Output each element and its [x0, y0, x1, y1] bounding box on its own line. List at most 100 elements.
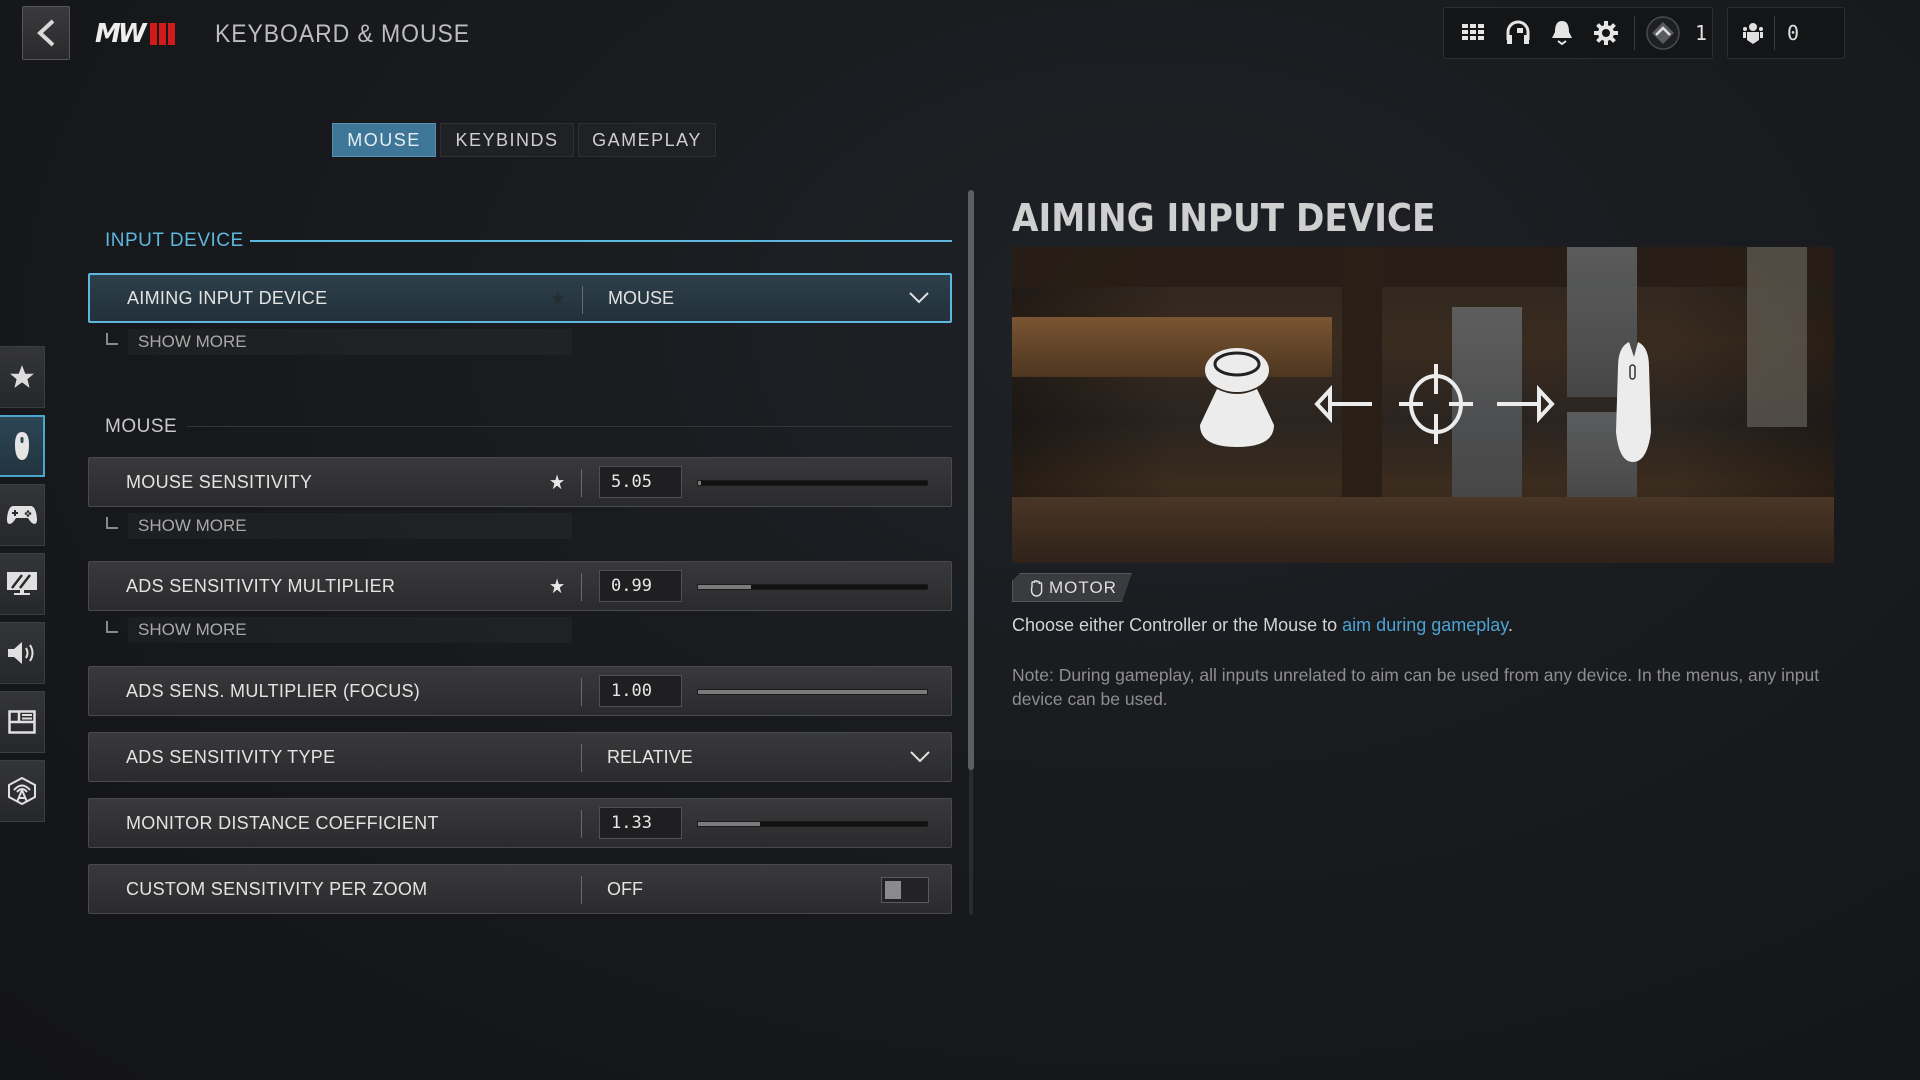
- interface-icon: [8, 710, 36, 734]
- favorite-star-icon[interactable]: ★: [549, 562, 565, 610]
- slider[interactable]: [697, 821, 928, 827]
- setting-row-ads-sensitivity-multiplier[interactable]: ADS SENSITIVITY MULTIPLIER ★ 0.99: [88, 561, 952, 611]
- detail-description: Choose either Controller or the Mouse to…: [1012, 615, 1513, 636]
- thumbstick-icon: [1200, 348, 1274, 447]
- rank-badge-icon: [1646, 16, 1680, 50]
- show-more-ads-sensitivity[interactable]: SHOW MORE: [106, 617, 572, 643]
- section-header-input-device: INPUT DEVICE: [105, 230, 244, 251]
- party-icon: [1743, 23, 1763, 44]
- toggle-switch[interactable]: [881, 877, 929, 903]
- dropdown-button[interactable]: [908, 275, 930, 321]
- value-input[interactable]: 0.99: [599, 570, 682, 602]
- dropdown-button[interactable]: [909, 733, 931, 781]
- value-input[interactable]: 1.00: [599, 675, 682, 707]
- slider-fill: [698, 585, 751, 589]
- value-input[interactable]: 1.33: [599, 807, 682, 839]
- hand-icon: [1029, 579, 1043, 597]
- sidebar-item-favorites[interactable]: [0, 346, 45, 408]
- value-input[interactable]: 5.05: [599, 466, 682, 498]
- favorite-star-icon[interactable]: ★: [549, 458, 565, 506]
- setting-value: OFF: [607, 878, 643, 899]
- preview-image: [1012, 247, 1834, 563]
- setting-label: MOUSE SENSITIVITY: [126, 471, 313, 492]
- show-more-label: SHOW MORE: [128, 617, 572, 643]
- setting-label: MONITOR DISTANCE COEFFICIENT: [126, 812, 439, 833]
- bell-icon: [1552, 21, 1572, 46]
- party-button[interactable]: [1738, 13, 1768, 53]
- logo-numeral: [149, 23, 175, 45]
- tab-gameplay[interactable]: GAMEPLAY: [578, 123, 716, 157]
- slider-fill: [698, 690, 927, 694]
- row-divider: [581, 469, 582, 497]
- page-title: KEYBOARD & MOUSE: [215, 20, 470, 48]
- setting-value: RELATIVE: [607, 746, 693, 767]
- grid-menu-button[interactable]: [1452, 13, 1496, 53]
- arrow-left-icon: [1314, 384, 1372, 424]
- rank-level: 1: [1695, 21, 1708, 45]
- setting-label: ADS SENSITIVITY MULTIPLIER: [126, 575, 396, 596]
- desc-prefix: Choose either Controller or the Mouse to: [1012, 615, 1343, 635]
- back-button[interactable]: [22, 6, 70, 60]
- setting-row-aiming-input-device[interactable]: AIMING INPUT DEVICE ★ MOUSE: [88, 273, 952, 323]
- slider[interactable]: [697, 480, 928, 486]
- row-divider: [581, 678, 582, 706]
- branch-icon: [106, 621, 118, 633]
- setting-label: CUSTOM SENSITIVITY PER ZOOM: [126, 878, 428, 899]
- sidebar-item-controller[interactable]: [0, 484, 45, 546]
- setting-row-monitor-distance-coefficient[interactable]: MONITOR DISTANCE COEFFICIENT 1.33: [88, 798, 952, 848]
- top-bar: 1: [1443, 7, 1713, 59]
- section-divider-mouse: [187, 426, 952, 427]
- notifications-button[interactable]: [1540, 13, 1584, 53]
- row-divider: [581, 573, 582, 601]
- settings-button[interactable]: [1584, 13, 1628, 53]
- sidebar-item-interface[interactable]: [0, 691, 45, 753]
- gear-icon: [1594, 21, 1618, 45]
- aim-during-gameplay-link[interactable]: aim during gameplay: [1342, 615, 1508, 635]
- party-separator: [1774, 16, 1775, 50]
- sidebar-item-graphics[interactable]: [0, 553, 45, 615]
- star-icon: [10, 365, 34, 388]
- desc-suffix: .: [1507, 615, 1513, 635]
- setting-label: ADS SENSITIVITY TYPE: [126, 746, 336, 767]
- show-more-aiming[interactable]: SHOW MORE: [106, 329, 572, 355]
- section-divider-input-device: [250, 240, 952, 242]
- topbar-separator: [1634, 16, 1635, 50]
- gamepad-icon: [7, 506, 37, 524]
- slider-fill: [698, 481, 702, 485]
- toggle-knob: [885, 881, 901, 899]
- setting-row-ads-sens-multiplier-focus[interactable]: ADS SENS. MULTIPLIER (FOCUS) 1.00: [88, 666, 952, 716]
- setting-row-mouse-sensitivity[interactable]: MOUSE SENSITIVITY ★ 5.05: [88, 457, 952, 507]
- show-more-mouse-sensitivity[interactable]: SHOW MORE: [106, 513, 572, 539]
- tag-label: MOTOR: [1049, 577, 1117, 597]
- row-divider: [581, 876, 582, 904]
- favorite-star-icon[interactable]: ★: [550, 275, 566, 321]
- mouse-device-icon: [1616, 342, 1651, 462]
- row-divider: [582, 286, 583, 314]
- grid-menu-icon: [1462, 24, 1484, 40]
- slider-fill: [698, 822, 760, 826]
- setting-value: MOUSE: [608, 287, 675, 308]
- tab-keybinds[interactable]: KEYBINDS: [440, 123, 574, 157]
- scrollbar-thumb[interactable]: [968, 190, 974, 770]
- show-more-label: SHOW MORE: [128, 513, 572, 539]
- setting-label: AIMING INPUT DEVICE: [127, 287, 328, 308]
- section-header-mouse: MOUSE: [105, 416, 178, 437]
- monitor-icon: [7, 572, 37, 595]
- sidebar-item-network[interactable]: [0, 760, 45, 822]
- mouse-icon: [14, 432, 29, 460]
- speaker-icon: [8, 642, 34, 664]
- chevron-left-icon: [37, 19, 55, 47]
- rank-button[interactable]: [1641, 13, 1685, 53]
- slider[interactable]: [697, 689, 928, 695]
- tab-mouse[interactable]: MOUSE: [332, 123, 436, 157]
- party-box[interactable]: 0: [1727, 7, 1845, 59]
- motor-tag: MOTOR: [1012, 573, 1132, 602]
- setting-row-custom-sensitivity-per-zoom[interactable]: CUSTOM SENSITIVITY PER ZOOM OFF: [88, 864, 952, 914]
- sidebar-item-audio[interactable]: [0, 622, 45, 684]
- crosshair-icon: [1399, 364, 1473, 444]
- sidebar-item-keyboard-mouse[interactable]: [0, 415, 45, 477]
- row-divider: [581, 810, 582, 838]
- slider[interactable]: [697, 584, 928, 590]
- headset-button[interactable]: [1496, 13, 1540, 53]
- setting-row-ads-sensitivity-type[interactable]: ADS SENSITIVITY TYPE RELATIVE: [88, 732, 952, 782]
